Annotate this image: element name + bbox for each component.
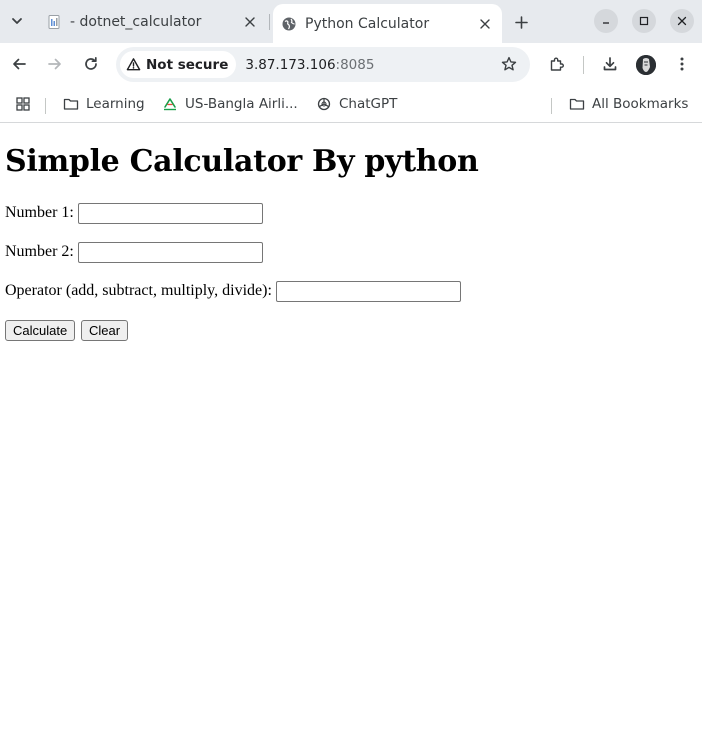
chevron-down-icon [12, 18, 22, 24]
apps-button[interactable] [15, 92, 38, 116]
usbangla-favicon [164, 98, 176, 111]
bookmark-label: Learning [86, 96, 145, 112]
arrow-left-icon [13, 58, 26, 70]
clear-button[interactable]: Clear [81, 320, 129, 341]
bookmark-label: ChatGPT [339, 96, 398, 112]
tab-divider [269, 14, 270, 30]
tab-dotnet-calculator[interactable]: - dotnet_calculator [37, 7, 267, 37]
bookmark-chatgpt[interactable]: ChatGPT [316, 92, 397, 116]
calculate-button[interactable]: Calculate [5, 320, 76, 341]
bookmark-us-bangla[interactable]: US-Bangla Airli... [162, 92, 298, 116]
number2-input[interactable] [77, 241, 263, 263]
reload-icon [85, 56, 97, 70]
back-button[interactable] [6, 51, 32, 77]
more-vertical-icon [680, 57, 684, 71]
operator-input[interactable] [275, 280, 461, 302]
bookmarks-separator [551, 98, 552, 114]
browser-toolbar: Not secure 3.87.173.106:8085 [0, 43, 702, 86]
number2-label: Number 2: [5, 243, 74, 260]
page-content: Simple Calculator By python Number 1: Nu… [0, 124, 702, 748]
bookmark-star-button[interactable] [500, 55, 518, 73]
chatgpt-icon [317, 97, 331, 111]
star-icon [501, 56, 517, 71]
download-icon [603, 57, 617, 71]
globe-icon [281, 16, 297, 32]
all-bookmarks-label: All Bookmarks [592, 96, 689, 112]
toolbar-separator [583, 56, 584, 74]
reload-button[interactable] [78, 51, 104, 77]
close-tab-icon[interactable] [241, 13, 259, 31]
close-tab-icon[interactable] [476, 15, 494, 33]
minimize-button[interactable] [594, 9, 618, 33]
plus-icon [514, 15, 528, 29]
new-tab-button[interactable] [509, 10, 533, 34]
apps-grid-icon [16, 97, 30, 111]
profile-avatar[interactable] [636, 55, 656, 75]
close-icon [677, 16, 687, 26]
url-host: 3.87.173.106 [245, 56, 336, 73]
document-icon [46, 14, 62, 30]
tab-title: Python Calculator [305, 15, 430, 32]
url-text: 3.87.173.106:8085 [245, 57, 374, 73]
downloads-button[interactable] [597, 51, 623, 77]
maximize-icon [639, 16, 649, 26]
page-title: Simple Calculator By python [5, 144, 479, 179]
number1-label: Number 1: [5, 204, 74, 221]
close-window-button[interactable] [670, 9, 694, 33]
extensions-button[interactable] [544, 51, 570, 77]
bookmark-learning[interactable]: Learning [63, 92, 145, 116]
url-port: :8085 [335, 56, 375, 73]
number2-row: Number 2: [5, 241, 263, 263]
address-bar[interactable]: Not secure 3.87.173.106:8085 [116, 47, 530, 82]
operator-row: Operator (add, subtract, multiply, divid… [5, 280, 461, 302]
site-info-chip[interactable]: Not secure [120, 51, 237, 78]
browser-menu-button[interactable] [669, 51, 695, 77]
bookmark-label: US-Bangla Airli... [185, 96, 298, 112]
number1-input[interactable] [77, 202, 263, 224]
tab-python-calculator[interactable]: Python Calculator [273, 4, 502, 43]
arrow-right-icon [48, 58, 61, 70]
maximize-button[interactable] [632, 9, 656, 33]
operator-label: Operator (add, subtract, multiply, divid… [5, 282, 272, 299]
bookmarks-separator [45, 98, 46, 114]
forward-button[interactable] [42, 51, 68, 77]
tab-strip: - dotnet_calculator Python Calculator [0, 0, 702, 43]
folder-icon [63, 98, 79, 110]
security-label: Not secure [146, 56, 229, 73]
minimize-icon [603, 22, 609, 24]
tab-search-button[interactable] [6, 9, 28, 33]
number1-row: Number 1: [5, 202, 263, 224]
bookmarks-bar: Learning US-Bangla Airli... ChatGPT All … [0, 86, 702, 123]
all-bookmarks-button[interactable]: All Bookmarks [569, 92, 688, 116]
tab-title: - dotnet_calculator [70, 14, 202, 30]
folder-icon [569, 98, 585, 110]
warning-icon [126, 58, 141, 71]
puzzle-icon [550, 57, 564, 71]
